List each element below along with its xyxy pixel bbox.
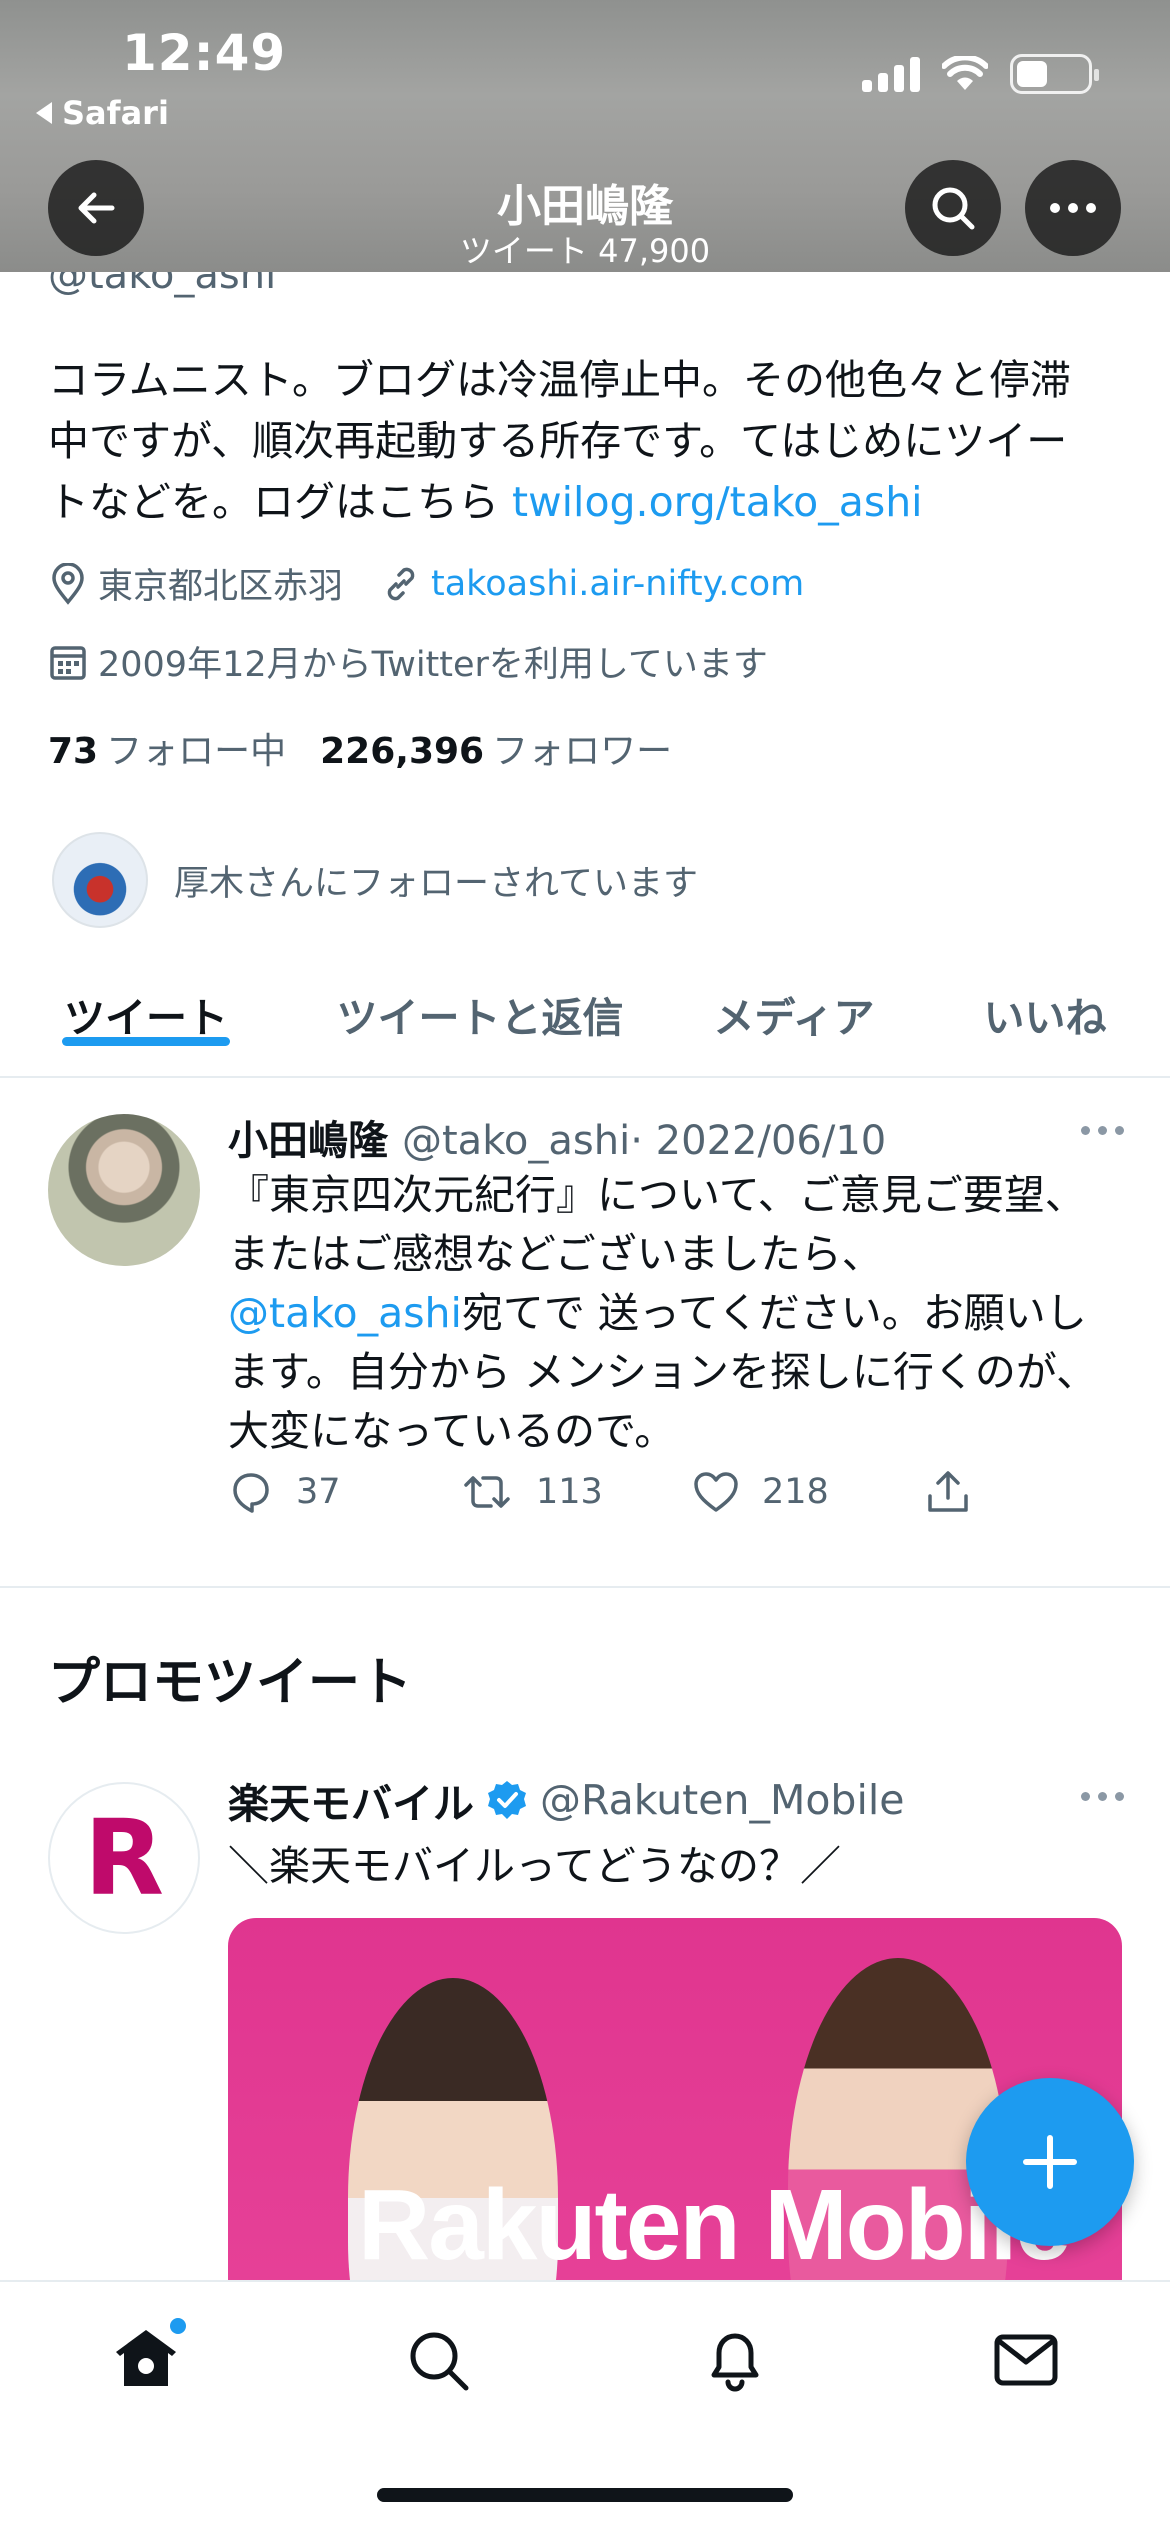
location-icon bbox=[52, 562, 84, 605]
back-triangle-icon bbox=[36, 102, 52, 124]
tweet-line: 大変になっているので。 bbox=[228, 1407, 676, 1455]
back-to-safari[interactable]: Safari bbox=[36, 94, 169, 132]
promo-more-icon[interactable] bbox=[1081, 1792, 1124, 1801]
tab-label: ツイートと返信 bbox=[336, 994, 624, 1042]
nav-home[interactable] bbox=[106, 2318, 186, 2400]
status-icons bbox=[862, 54, 1099, 94]
search-icon bbox=[410, 2332, 469, 2391]
profile-joined-text: 2009年12月からTwitterを利用しています bbox=[98, 645, 768, 685]
nav-search[interactable] bbox=[398, 2320, 478, 2400]
tab-label: いいね bbox=[983, 994, 1107, 1042]
messages-icon bbox=[994, 2334, 1058, 2386]
tweet-header: 小田嶋隆 @tako_ashi· 2022/06/10 bbox=[228, 1108, 886, 1166]
profile-header-banner: 12:49 Safari 小田嶋隆 ツイート 47,900 bbox=[0, 0, 1170, 272]
tweet-author-handle: @tako_ashi bbox=[402, 1118, 631, 1164]
follow-stats: 73 フォロー中 226,396 フォロワー bbox=[48, 722, 672, 774]
notifications-icon bbox=[711, 2333, 759, 2392]
home-indicator bbox=[377, 2488, 793, 2502]
bio-link[interactable]: twilog.org/tako_ashi bbox=[512, 478, 923, 526]
following-label: フォロー中 bbox=[106, 731, 287, 772]
tweet-avatar[interactable] bbox=[48, 1114, 200, 1266]
tweet-line: ます。自分から メンションを探しに行くのが、 bbox=[228, 1348, 1098, 1396]
profile-joined: 2009年12月からTwitterを利用しています bbox=[48, 636, 768, 687]
reply-count: 37 bbox=[296, 1472, 341, 1512]
tab-tweets[interactable]: ツイート bbox=[62, 960, 230, 1046]
compose-icon bbox=[1023, 2135, 1077, 2189]
promo-avatar[interactable]: R bbox=[48, 1782, 200, 1934]
followed-by-text: 厚木さんにフォローされています bbox=[174, 863, 698, 904]
status-time: 12:49 bbox=[122, 24, 287, 82]
tweet-line: またはご感想などございましたら、 bbox=[228, 1230, 883, 1278]
promo-image-brand: Rakuten Mobile bbox=[358, 2169, 1071, 2281]
promo-section-title: プロモツイート bbox=[48, 1653, 413, 1713]
followed-by-row[interactable]: 厚木さんにフォローされています bbox=[52, 832, 698, 928]
header-tweet-count: ツイート 47,900 bbox=[459, 232, 711, 270]
tweet-author-name: 小田嶋隆 bbox=[228, 1118, 388, 1164]
bio-line: トなどを。ログはこちら twilog.org/tako_ashi bbox=[48, 472, 1128, 533]
promo-author-name: 楽天モバイル bbox=[228, 1780, 474, 1828]
rakuten-logo-icon: R bbox=[83, 1797, 165, 1919]
tweet-text: 『東京四次元紀行』について、ご意見ご要望、 またはご感想などございましたら、 @… bbox=[228, 1166, 1128, 1461]
battery-icon bbox=[1010, 54, 1099, 94]
tweet-actions: 37 113 218 bbox=[228, 1468, 1156, 1516]
following-link[interactable]: 73 フォロー中 bbox=[48, 722, 286, 774]
profile-website[interactable]: takoashi.air-nifty.com bbox=[431, 564, 804, 604]
more-icon bbox=[1050, 203, 1096, 213]
share-button[interactable] bbox=[924, 1468, 1156, 1516]
tab-label: ツイート bbox=[64, 994, 228, 1042]
tab-media[interactable]: メディア bbox=[710, 960, 878, 1044]
profile-tabs: ツイート ツイートと返信 メディア いいね bbox=[0, 960, 1170, 1078]
reply-icon bbox=[233, 1473, 269, 1513]
followers-count: 226,396 bbox=[320, 731, 485, 772]
following-count: 73 bbox=[48, 731, 99, 772]
home-notification-dot bbox=[170, 2318, 186, 2334]
reply-button[interactable]: 37 bbox=[228, 1469, 460, 1515]
calendar-icon bbox=[50, 645, 86, 680]
tab-likes[interactable]: いいね bbox=[980, 960, 1110, 1044]
home-icon bbox=[116, 2330, 176, 2386]
like-button[interactable]: 218 bbox=[692, 1470, 924, 1514]
search-icon bbox=[932, 187, 975, 230]
signal-icon bbox=[862, 56, 920, 92]
tweet-line: @tako_ashi宛てで 送ってください。お願いし bbox=[228, 1284, 1128, 1343]
nav-notifications[interactable] bbox=[695, 2320, 775, 2400]
follower-avatar bbox=[52, 832, 148, 928]
bio-line: 中ですが、順次再起動する所存です。てはじめにツイー bbox=[48, 417, 1068, 465]
bio-line: コラムニスト。ブログは冷温停止中。その他色々と停滞 bbox=[48, 356, 1071, 404]
promo-author-handle: @Rakuten_Mobile bbox=[540, 1776, 905, 1824]
tweet-line: 『東京四次元紀行』について、ご意見ご要望、 bbox=[228, 1171, 1086, 1219]
back-app-label: Safari bbox=[62, 94, 169, 132]
tweet-more-icon[interactable] bbox=[1081, 1126, 1124, 1135]
retweet-button[interactable]: 113 bbox=[460, 1469, 692, 1515]
profile-bio: コラムニスト。ブログは冷温停止中。その他色々と停滞 中ですが、順次再起動する所存… bbox=[48, 350, 1128, 533]
profile-location: 東京都北区赤羽 bbox=[98, 567, 344, 607]
tab-label: メディア bbox=[713, 994, 875, 1042]
tweet-line-text: 宛てで 送ってください。お願いし bbox=[461, 1289, 1087, 1337]
followers-link[interactable]: 226,396 フォロワー bbox=[320, 722, 672, 774]
promo-header: 楽天モバイル @Rakuten_Mobile bbox=[228, 1770, 904, 1830]
retweet-icon bbox=[464, 1476, 510, 1508]
active-tab-indicator bbox=[62, 1037, 230, 1046]
link-icon bbox=[387, 567, 415, 600]
tweet-date: · 2022/06/10 bbox=[630, 1118, 887, 1164]
tab-tweets-and-replies[interactable]: ツイートと返信 bbox=[332, 960, 628, 1044]
verified-icon bbox=[488, 1781, 526, 1819]
retweet-count: 113 bbox=[536, 1472, 603, 1512]
followers-label: フォロワー bbox=[492, 731, 673, 772]
like-count: 218 bbox=[762, 1472, 829, 1512]
tweet-mention[interactable]: @tako_ashi bbox=[228, 1289, 462, 1337]
more-button[interactable] bbox=[1025, 160, 1121, 256]
profile-meta-location-website: 東京都北区赤羽 takoashi.air-nifty.com bbox=[48, 558, 804, 609]
compose-tweet-button[interactable] bbox=[966, 2078, 1134, 2246]
share-icon bbox=[928, 1471, 968, 1512]
promo-text: ＼楽天モバイルってどうなの？／ bbox=[228, 1842, 841, 1890]
like-icon bbox=[694, 1472, 738, 1512]
search-button[interactable] bbox=[905, 160, 1001, 256]
nav-messages[interactable] bbox=[986, 2320, 1066, 2400]
bio-line-text: トなどを。ログはこちら bbox=[48, 478, 513, 526]
pinned-tweet[interactable]: 小田嶋隆 @tako_ashi· 2022/06/10 『東京四次元紀行』について… bbox=[0, 1078, 1170, 1588]
wifi-icon bbox=[942, 56, 988, 90]
